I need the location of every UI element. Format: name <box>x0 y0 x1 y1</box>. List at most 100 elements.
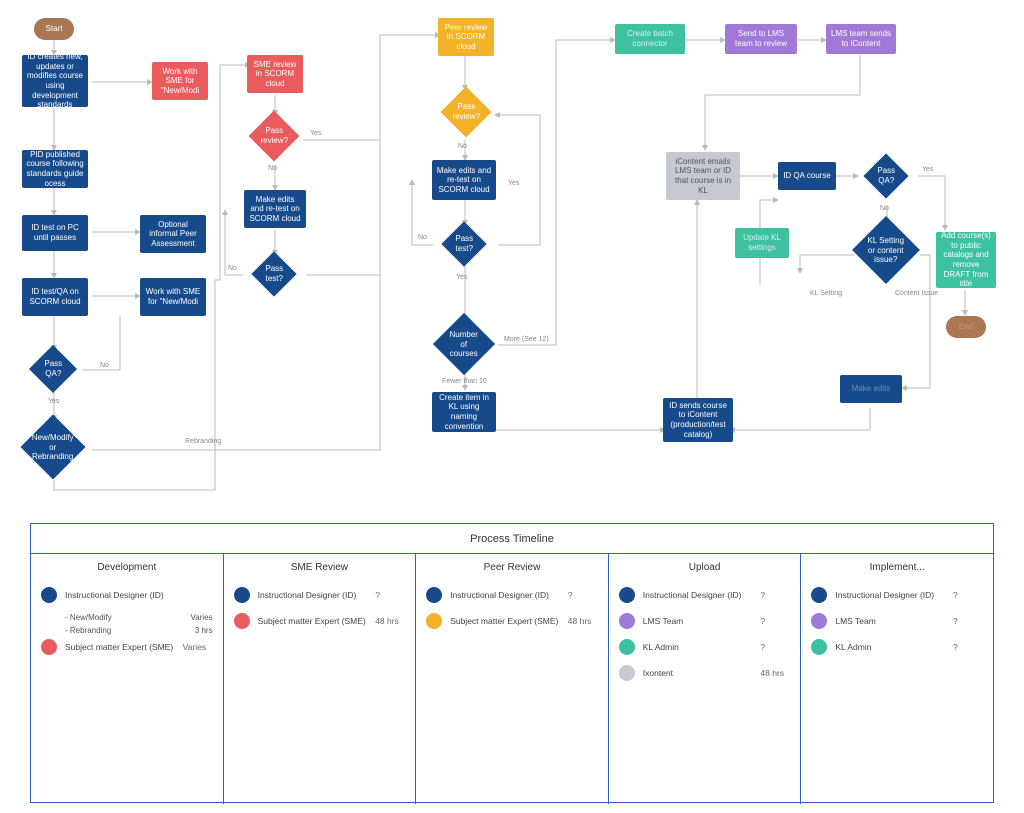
timeline-row: Instructional Designer (ID)? <box>619 587 791 603</box>
content-issue-label: Content Issue <box>895 290 938 297</box>
make-edits-1-box: Make edits and re-test on SCORM cloud <box>244 190 306 228</box>
role-value: ? <box>953 616 983 626</box>
pass-test-2-diamond: Pass test? <box>441 221 486 266</box>
role-label: Instructional Designer (ID) <box>258 590 376 600</box>
no-label-6: No <box>880 205 889 212</box>
timeline-row: Ixontent48 hrs <box>619 665 791 681</box>
no-label-4: No <box>458 143 467 150</box>
role-dot <box>41 587 57 603</box>
pass-test-1-diamond: Pass test? <box>251 251 296 296</box>
role-label: KL Admin <box>643 642 761 652</box>
role-value: ? <box>568 590 598 600</box>
timeline-sub-row: - New/ModifyVaries <box>65 613 213 622</box>
role-dot <box>426 587 442 603</box>
timeline-column-header: Implement... <box>811 562 983 573</box>
role-dot <box>234 613 250 629</box>
timeline-column-header: Peer Review <box>426 562 598 573</box>
end-terminal: End <box>946 316 986 338</box>
id-qa-course-box: ID QA course <box>778 162 836 190</box>
yes-label-5: Yes <box>922 166 933 173</box>
create-batch-box: Create batch connector <box>615 24 685 54</box>
role-dot <box>41 639 57 655</box>
timeline-row: LMS Team? <box>811 613 983 629</box>
yes-label-4: Yes <box>456 274 467 281</box>
send-lms-box: Send to LMS team to review <box>725 24 797 54</box>
role-label: KL Admin <box>835 642 953 652</box>
role-dot <box>234 587 250 603</box>
add-courses-box: Add course(s) to public catalogs and rem… <box>936 232 996 288</box>
role-label: Subject matter Expert (SME) <box>450 616 568 626</box>
timeline-row: LMS Team? <box>619 613 791 629</box>
role-value: ? <box>953 590 983 600</box>
role-label: LMS Team <box>835 616 953 626</box>
role-value: ? <box>953 642 983 652</box>
new-modify-diamond: New/Modify or Rebranding <box>20 414 85 479</box>
role-value: 48 hrs <box>760 668 790 678</box>
pass-review-1-diamond: Pass review? <box>249 111 300 162</box>
timeline-column: SME Review Instructional Designer (ID)? Su… <box>224 554 417 804</box>
rebranding-label: Rebranding <box>185 438 221 445</box>
work-sme-2-box: Work with SME for "New/Modi <box>140 278 206 316</box>
role-value: ? <box>375 590 405 600</box>
timeline-column: Peer Review Instructional Designer (ID)? S… <box>416 554 609 804</box>
yes-label: Yes <box>48 398 59 405</box>
yes-label-2: Yes <box>310 130 321 137</box>
role-label: Subject matter Expert (SME) <box>65 642 183 652</box>
timeline-column-header: Development <box>41 562 213 573</box>
timeline-row: KL Admin? <box>619 639 791 655</box>
process-timeline: Process Timeline DevelopmentInstructiona… <box>30 523 994 803</box>
make-edits-2-box: Make edits and re-test on SCORM cloud <box>432 160 496 200</box>
timeline-row: Subject matter Expert (SME)48 hrs <box>426 613 598 629</box>
id-test-scorm-box: ID test/QA on SCORM cloud <box>22 278 88 316</box>
timeline-column: Implement... Instructional Designer (ID)?… <box>801 554 993 804</box>
timeline-row: Instructional Designer (ID)? <box>811 587 983 603</box>
lms-sends-icontent-box: LMS team sends to iContent <box>826 24 896 54</box>
timeline-column-header: Upload <box>619 562 791 573</box>
timeline-row: Instructional Designer (ID)? <box>426 587 598 603</box>
role-label: Ixontent <box>643 668 761 678</box>
no-label-5: No <box>418 234 427 241</box>
timeline-row: Instructional Designer (ID) <box>41 587 213 603</box>
role-label: Subject matter Expert (SME) <box>258 616 376 626</box>
role-label: Instructional Designer (ID) <box>643 590 761 600</box>
role-dot <box>619 587 635 603</box>
role-dot <box>619 639 635 655</box>
peer-review-box: Peer review in SCORM cloud <box>438 18 494 56</box>
kl-setting-issue-diamond: KL Setting or content issue? <box>852 216 920 284</box>
pass-qa-2-diamond: Pass QA? <box>863 153 908 198</box>
role-value: ? <box>760 616 790 626</box>
number-courses-diamond: Number of courses <box>433 313 495 375</box>
role-value: 48 hrs <box>375 616 405 626</box>
no-label-3: No <box>228 265 237 272</box>
role-value: 48 hrs <box>568 616 598 626</box>
timeline-column-header: SME Review <box>234 562 406 573</box>
no-label: No <box>100 362 109 369</box>
make-edits-final-box: Make edits <box>840 375 902 403</box>
update-kl-box: Update KL settings <box>735 228 789 258</box>
icontent-emails-box: iContent emails LMS team or ID that cour… <box>666 152 740 200</box>
role-value: ? <box>760 642 790 652</box>
id-creates-box: ID creates new, updates or modifies cour… <box>22 55 88 107</box>
timeline-row: Subject matter Expert (SME)Varies <box>41 639 213 655</box>
timeline-sub-row: - Rebranding3 hrs <box>65 626 213 635</box>
pass-qa-1-diamond: Pass QA? <box>29 345 77 393</box>
sme-review-box: SME review in SCORM cloud <box>247 55 303 93</box>
timeline-row: Subject matter Expert (SME)48 hrs <box>234 613 406 629</box>
work-sme-1-box: Work with SME for "New/Modi <box>152 62 208 100</box>
role-dot <box>811 587 827 603</box>
role-value: Varies <box>183 642 213 652</box>
create-item-kl-box: Create item in KL using naming conventio… <box>432 392 496 432</box>
kl-setting-label: KL Setting <box>810 290 842 297</box>
no-label-2: No <box>268 165 277 172</box>
timeline-column: UploadInstructional Designer (ID)?LMS Te… <box>609 554 802 804</box>
timeline-row: Instructional Designer (ID)? <box>234 587 406 603</box>
id-test-pc-box: ID test on PC until passes <box>22 215 88 251</box>
timeline-row: KL Admin? <box>811 639 983 655</box>
role-label: Instructional Designer (ID) <box>450 590 568 600</box>
role-dot <box>811 613 827 629</box>
role-dot <box>619 665 635 681</box>
start-terminal: Start <box>34 18 74 40</box>
id-sends-icontent-box: ID sends course to iContent (production/… <box>663 398 733 442</box>
optional-peer-box: Optional informal Peer Assessment <box>140 215 206 253</box>
role-label: LMS Team <box>643 616 761 626</box>
